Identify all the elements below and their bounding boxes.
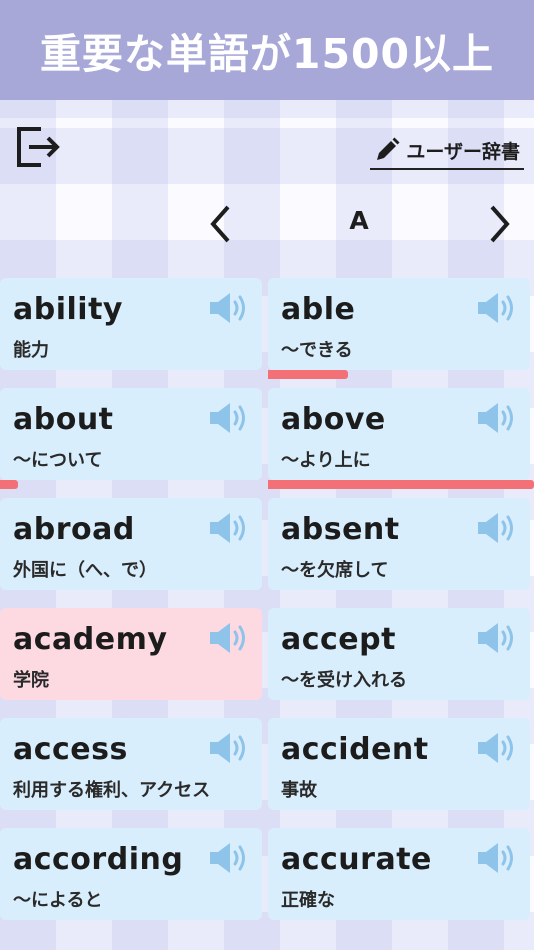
chevron-left-icon xyxy=(210,205,230,243)
page-title: 重要な単語が1500以上 xyxy=(39,30,495,78)
speaker-icon[interactable] xyxy=(476,400,518,436)
user-dictionary-label: ユーザー辞書 xyxy=(406,140,520,163)
word-text: accurate xyxy=(281,842,432,877)
title-banner: 重要な単語が1500以上 xyxy=(0,0,534,100)
speaker-icon[interactable] xyxy=(476,730,518,766)
learning-progress-bar xyxy=(0,480,18,489)
word-text: ability xyxy=(13,292,123,327)
word-meaning: 学院 xyxy=(13,670,49,691)
word-card[interactable]: accurate 正確な xyxy=(268,828,530,920)
speaker-icon[interactable] xyxy=(208,620,250,656)
speaker-icon[interactable] xyxy=(208,400,250,436)
word-meaning: 〜より上に xyxy=(281,450,371,471)
word-card[interactable]: above 〜より上に xyxy=(268,388,530,480)
word-meaning: 〜を欠席して xyxy=(281,560,389,581)
word-card[interactable]: about 〜について xyxy=(0,388,262,480)
speaker-icon[interactable] xyxy=(208,510,250,546)
word-card[interactable]: able 〜できる xyxy=(268,278,530,370)
letter-navigation: A xyxy=(0,192,534,256)
previous-letter-button[interactable] xyxy=(196,196,246,252)
speaker-icon[interactable] xyxy=(208,290,250,326)
word-meaning: 利用する権利、アクセス xyxy=(13,780,211,801)
word-meaning: 能力 xyxy=(13,340,49,361)
word-text: accept xyxy=(281,622,396,657)
word-meaning: 〜を受け入れる xyxy=(281,670,407,691)
word-text: access xyxy=(13,732,128,767)
speaker-icon[interactable] xyxy=(476,290,518,326)
word-meaning: 〜について xyxy=(13,450,103,471)
word-meaning: 〜によると xyxy=(13,890,103,911)
user-dictionary-button[interactable]: ユーザー辞書 xyxy=(370,132,524,170)
word-meaning: 〜できる xyxy=(281,340,353,361)
word-text: able xyxy=(281,292,356,327)
word-card[interactable]: accept 〜を受け入れる xyxy=(268,608,530,700)
word-meaning: 事故 xyxy=(281,780,317,801)
speaker-icon[interactable] xyxy=(476,510,518,546)
learning-progress-bar xyxy=(268,370,348,379)
speaker-icon[interactable] xyxy=(476,840,518,876)
word-meaning: 正確な xyxy=(281,890,335,911)
word-meaning: 外国に（へ、で） xyxy=(13,560,157,581)
word-card[interactable]: absent 〜を欠席して xyxy=(268,498,530,590)
pencil-icon xyxy=(377,137,400,160)
word-text: absent xyxy=(281,512,400,547)
toolbar: ユーザー辞書 xyxy=(0,112,534,178)
speaker-icon[interactable] xyxy=(476,620,518,656)
word-text: above xyxy=(281,402,386,437)
current-letter: A xyxy=(349,206,369,235)
word-text: abroad xyxy=(13,512,135,547)
word-card[interactable]: according 〜によると xyxy=(0,828,262,920)
word-card[interactable]: ability 能力 xyxy=(0,278,262,370)
word-card[interactable]: access 利用する権利、アクセス xyxy=(0,718,262,810)
learning-progress-bar xyxy=(268,480,534,489)
word-text: academy xyxy=(13,622,168,657)
exit-icon xyxy=(17,127,60,167)
word-card[interactable]: accident 事故 xyxy=(268,718,530,810)
speaker-icon[interactable] xyxy=(208,840,250,876)
next-letter-button[interactable] xyxy=(474,196,524,252)
chevron-right-icon xyxy=(490,205,510,243)
word-text: about xyxy=(13,402,114,437)
word-card[interactable]: academy 学院 xyxy=(0,608,262,700)
exit-button[interactable] xyxy=(14,122,64,172)
word-text: accident xyxy=(281,732,429,767)
word-text: according xyxy=(13,842,184,877)
word-card[interactable]: abroad 外国に（へ、で） xyxy=(0,498,262,590)
speaker-icon[interactable] xyxy=(208,730,250,766)
